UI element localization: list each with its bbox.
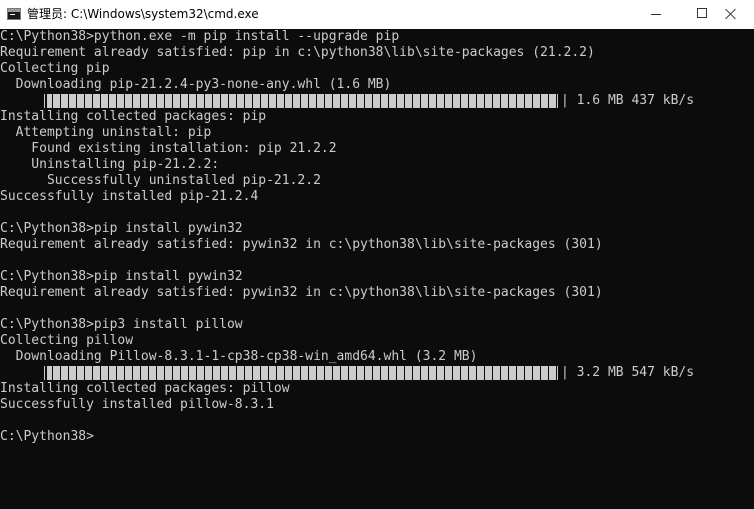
download-progress-line: | 1.6 MB 437 kB/s: [0, 93, 754, 109]
minimize-button[interactable]: [634, 0, 680, 29]
command-prompt[interactable]: C:\Python38>: [0, 429, 754, 445]
console-line: Successfully installed pillow-8.3.1: [0, 397, 274, 412]
console-line: Downloading pip-21.2.4-py3-none-any.whl …: [0, 77, 392, 92]
close-button[interactable]: [708, 0, 754, 29]
console-output[interactable]: C:\Python38>python.exe -m pip install --…: [0, 29, 754, 509]
console-line: Successfully installed pip-21.2.4: [0, 189, 259, 204]
console-line: Successfully uninstalled pip-21.2.2: [0, 173, 321, 188]
console-line: Collecting pip: [0, 61, 110, 76]
console-line: Requirement already satisfied: pywin32 i…: [0, 285, 603, 300]
download-progress-line: | 3.2 MB 547 kB/s: [0, 365, 754, 381]
title-bar[interactable]: 管理员: C:\Windows\system32\cmd.exe: [0, 0, 754, 29]
console-line: C:\Python38>pip3 install pillow: [0, 317, 243, 332]
download-progress-bar: [44, 366, 558, 380]
cmd-window: 管理员: C:\Windows\system32\cmd.exe C:\Pyth…: [0, 0, 754, 509]
console-line: Attempting uninstall: pip: [0, 125, 212, 140]
download-progress-status: | 1.6 MB 437 kB/s: [561, 93, 695, 108]
close-icon: [725, 8, 737, 20]
maximize-icon: [697, 8, 707, 18]
console-line: Uninstalling pip-21.2.2:: [0, 157, 220, 172]
console-line: C:\Python38>pip install pywin32: [0, 221, 243, 236]
console-line: Requirement already satisfied: pywin32 i…: [0, 237, 603, 252]
cmd-icon: [7, 8, 21, 20]
console-line: Installing collected packages: pillow: [0, 381, 290, 396]
window-title: 管理员: C:\Windows\system32\cmd.exe: [27, 7, 259, 21]
console-line: Collecting pillow: [0, 333, 134, 348]
minimize-icon: [651, 14, 661, 15]
console-line: C:\Python38>pip install pywin32: [0, 269, 243, 284]
console-line: Installing collected packages: pip: [0, 109, 267, 124]
download-progress-bar: [44, 94, 558, 108]
download-progress-status: | 3.2 MB 547 kB/s: [561, 365, 695, 380]
console-line: Requirement already satisfied: pip in c:…: [0, 45, 595, 60]
console-line: Downloading Pillow-8.3.1-1-cp38-cp38-win…: [0, 349, 478, 364]
console-line: C:\Python38>python.exe -m pip install --…: [0, 29, 400, 44]
console-line: Found existing installation: pip 21.2.2: [0, 141, 337, 156]
